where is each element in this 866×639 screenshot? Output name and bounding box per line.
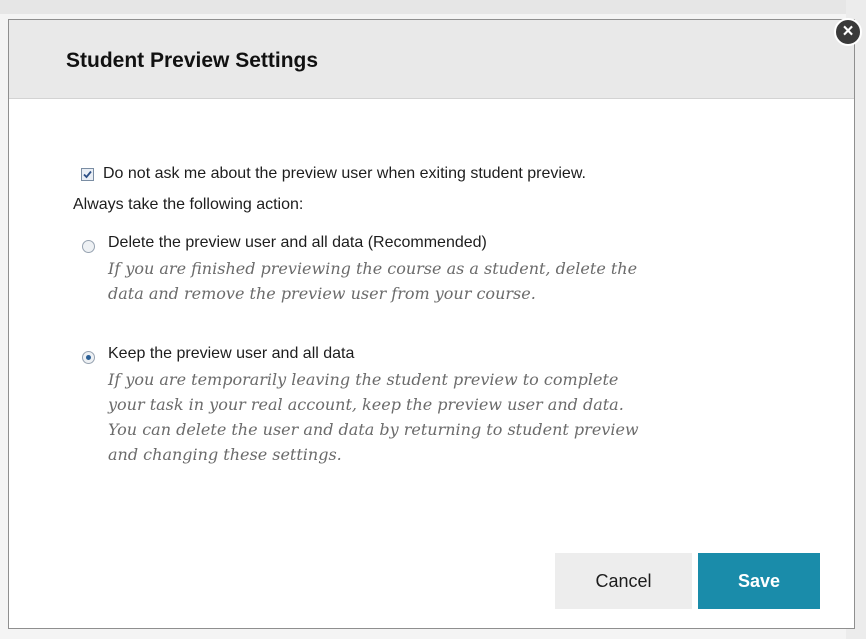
- option-keep-description: If you are temporarily leaving the stude…: [108, 367, 639, 467]
- option-delete-description-line: If you are finished previewing the cours…: [108, 259, 638, 278]
- student-preview-settings-dialog: Student Preview Settings Do not ask me a…: [8, 19, 855, 629]
- cancel-button[interactable]: Cancel: [555, 553, 692, 609]
- option-delete-radio[interactable]: [82, 240, 95, 253]
- do-not-ask-row[interactable]: Do not ask me about the preview user whe…: [81, 165, 586, 183]
- option-delete-description: If you are finished previewing the cours…: [108, 256, 637, 306]
- save-button[interactable]: Save: [698, 553, 820, 609]
- option-keep-description-line: your task in your real account, keep the…: [108, 395, 624, 414]
- do-not-ask-label: Do not ask me about the preview user whe…: [103, 165, 586, 182]
- option-keep-description-line: You can delete the user and data by retu…: [108, 420, 639, 439]
- backdrop-content-strip: [0, 0, 866, 14]
- option-keep-row[interactable]: Keep the preview user and all data If yo…: [82, 343, 639, 467]
- dialog-title: Student Preview Settings: [66, 49, 319, 72]
- do-not-ask-checkbox[interactable]: [81, 167, 94, 181]
- option-delete-description-line: data and remove the preview user from yo…: [108, 284, 536, 303]
- option-keep-label: Keep the preview user and all data: [108, 345, 355, 362]
- close-icon[interactable]: ×: [834, 18, 862, 46]
- option-keep-description-line: and changing these settings.: [108, 445, 342, 464]
- action-prompt: Always take the following action:: [73, 196, 304, 213]
- option-delete-label: Delete the preview user and all data (Re…: [108, 234, 487, 251]
- option-delete-row[interactable]: Delete the preview user and all data (Re…: [82, 232, 637, 306]
- option-keep-radio[interactable]: [82, 351, 95, 364]
- option-keep-description-line: If you are temporarily leaving the stude…: [108, 370, 619, 389]
- dialog-header: Student Preview Settings: [9, 20, 854, 99]
- checkmark-icon: [83, 170, 92, 178]
